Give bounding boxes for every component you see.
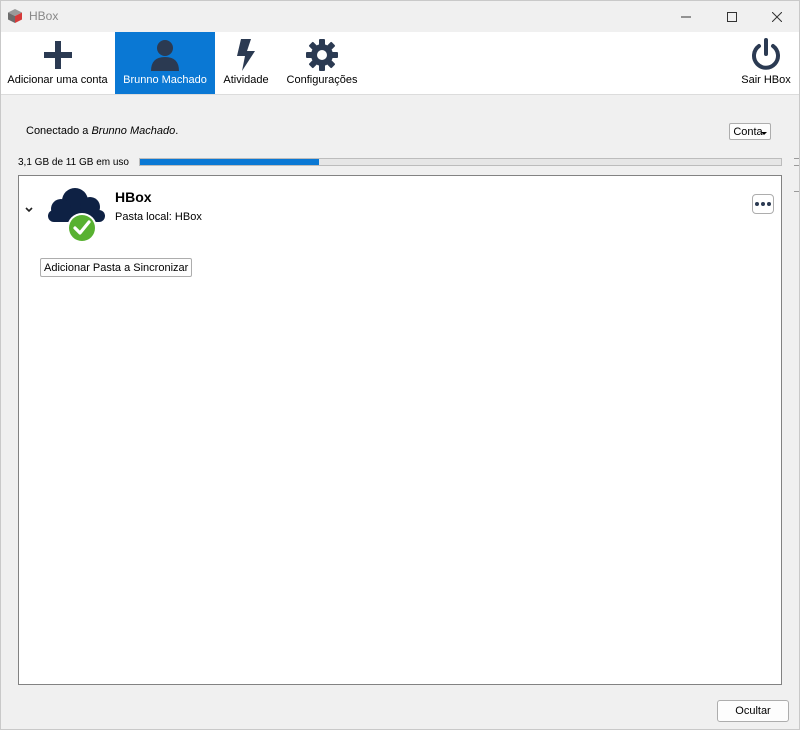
minimize-button[interactable] — [663, 1, 709, 32]
minimize-icon — [681, 16, 691, 17]
toolbar-add-account[interactable]: Adicionar uma conta — [1, 32, 114, 94]
connection-status: Conectado a Brunno Machado. — [26, 125, 179, 137]
toolbar-item-label: Sair HBox — [741, 74, 791, 86]
sync-folder-list: HBox Pasta local: HBox Adicionar Pasta a… — [18, 175, 782, 685]
more-dot-icon — [767, 202, 771, 206]
connected-user: Brunno Machado — [91, 125, 176, 137]
more-dot-icon — [755, 202, 759, 206]
dropdown-arrow-icon — [761, 132, 767, 135]
user-icon — [151, 40, 179, 71]
cloud-sync-icon — [48, 188, 105, 243]
plus-icon — [43, 41, 72, 69]
app-window: HBox Adicionar uma conta Brunno Machado … — [0, 0, 800, 730]
scroll-edge-mark — [794, 191, 799, 192]
window-title: HBox — [29, 9, 59, 23]
toolbar-item-label: Adicionar uma conta — [7, 74, 108, 86]
lightning-icon — [237, 39, 255, 71]
storage-progress-bar — [139, 158, 782, 166]
toolbar-item-label: Brunno Machado — [123, 74, 207, 86]
scroll-edge-mark — [794, 165, 799, 166]
storage-progress-fill — [140, 159, 320, 165]
storage-usage-text: 3,1 GB de 11 GB em uso — [18, 157, 129, 168]
gear-icon — [306, 39, 338, 71]
account-menu-button[interactable]: Conta — [729, 123, 771, 140]
maximize-button[interactable] — [709, 1, 755, 32]
toolbar-item-label: Configurações — [286, 74, 358, 86]
toolbar-activity[interactable]: Atividade — [216, 32, 276, 94]
toolbar-account-brunno[interactable]: Brunno Machado — [115, 32, 215, 94]
account-menu-label: Conta — [733, 125, 763, 138]
toolbar-settings[interactable]: Configurações — [282, 32, 362, 94]
power-icon — [752, 38, 780, 70]
scroll-edge-mark — [794, 158, 799, 159]
title-bar: HBox — [1, 1, 799, 32]
folder-local-path: Pasta local: HBox — [115, 211, 202, 223]
toolbar-item-label: Atividade — [223, 74, 269, 86]
maximize-icon — [727, 11, 737, 22]
app-logo-icon — [8, 9, 22, 23]
toolbar-quit[interactable]: Sair HBox — [736, 32, 796, 94]
add-sync-folder-button[interactable]: Adicionar Pasta a Sincronizar — [40, 258, 193, 277]
close-icon — [772, 11, 782, 22]
close-button[interactable] — [754, 1, 800, 32]
folder-more-options-button[interactable] — [752, 194, 774, 214]
more-dot-icon — [761, 202, 765, 206]
chevron-down-icon[interactable] — [23, 204, 35, 216]
main-toolbar: Adicionar uma conta Brunno Machado Ativi… — [1, 32, 799, 95]
folder-name: HBox — [115, 189, 152, 205]
hide-button[interactable]: Ocultar — [717, 700, 789, 722]
